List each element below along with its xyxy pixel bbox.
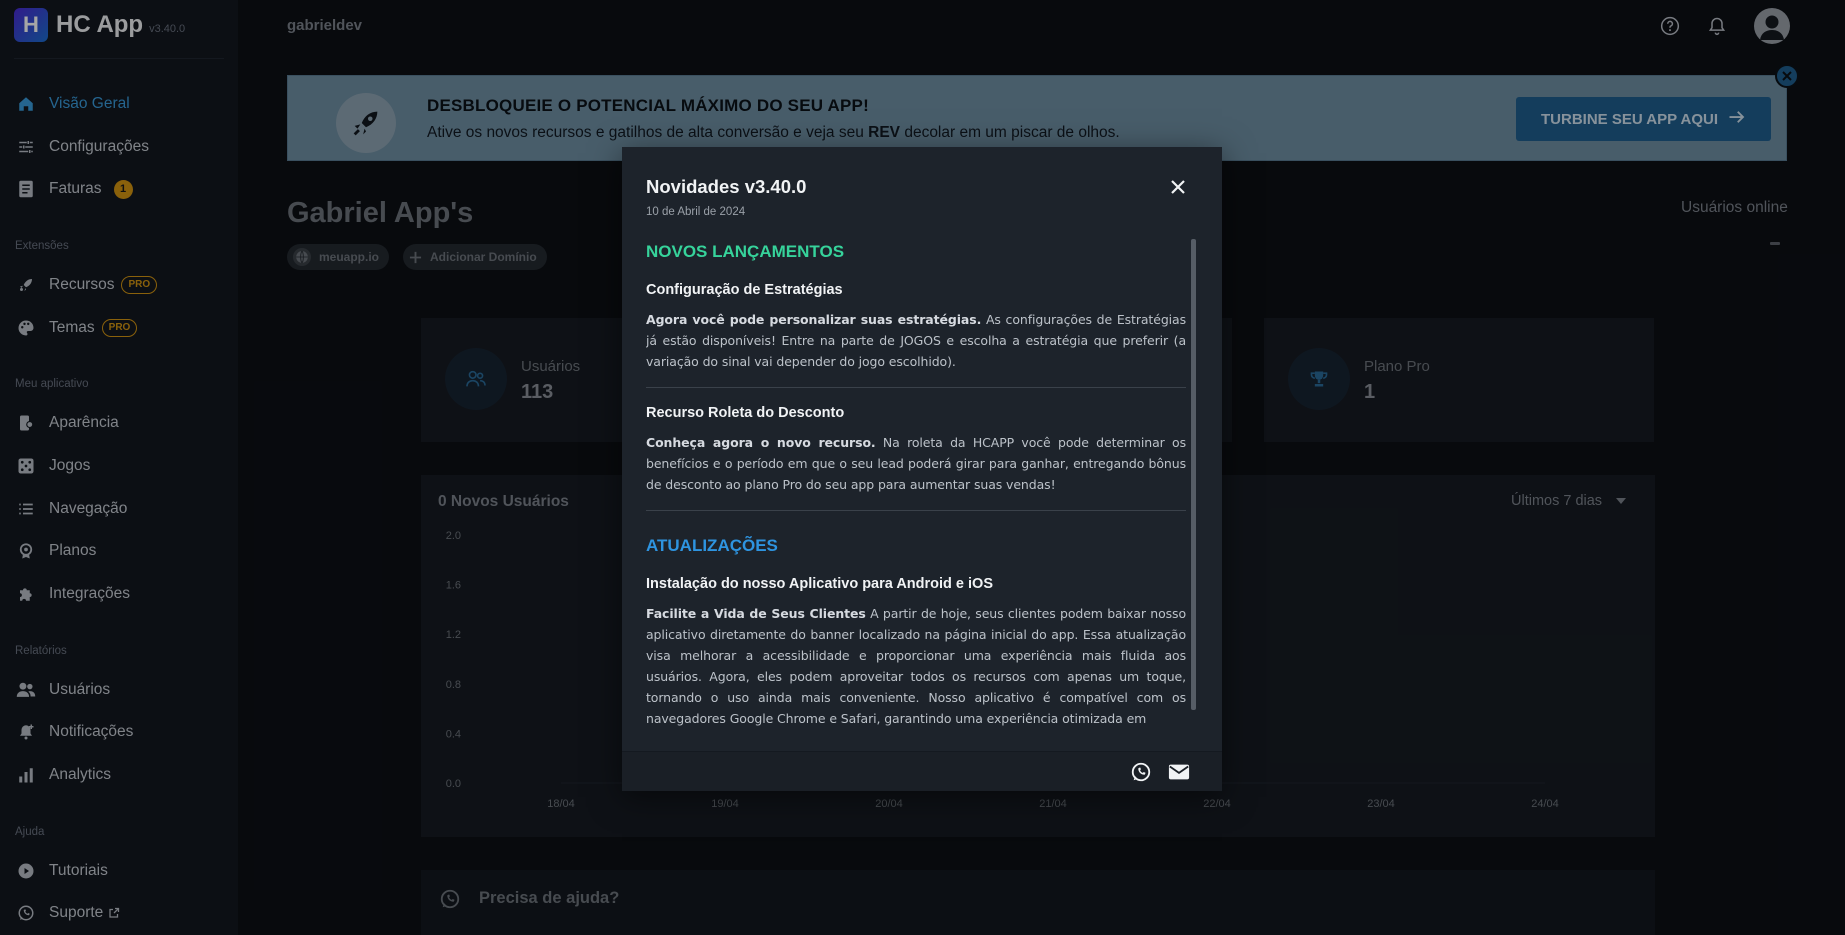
release-item-text: Facilite a Vida de Seus Clientes A parti… bbox=[646, 606, 1186, 726]
modal-date: 10 de Abril de 2024 bbox=[646, 206, 746, 218]
section-title-novos-lancamentos: NOVOS LANÇAMENTOS bbox=[646, 242, 845, 261]
modal-title: Novidades v3.40.0 bbox=[646, 176, 807, 197]
section-title-atualizacoes: ATUALIZAÇÕES bbox=[646, 536, 778, 555]
mail-icon[interactable] bbox=[1167, 760, 1191, 784]
whatsapp-icon[interactable] bbox=[1129, 760, 1153, 784]
modal-footer bbox=[622, 751, 1222, 791]
release-item-title: Instalação do nosso Aplicativo para Andr… bbox=[646, 576, 993, 592]
release-item-text: Agora você pode personalizar suas estrat… bbox=[646, 312, 1186, 369]
release-item-text: Conheça agora o novo recurso. Na roleta … bbox=[646, 435, 1186, 492]
release-item-title: Recurso Roleta do Desconto bbox=[646, 405, 845, 421]
modal-body[interactable]: NOVOS LANÇAMENTOS Configuração de Estrat… bbox=[646, 238, 1186, 736]
divider bbox=[646, 387, 1186, 388]
release-item-title: Configuração de Estratégias bbox=[646, 282, 843, 298]
release-notes-modal: Novidades v3.40.0 10 de Abril de 2024 NO… bbox=[622, 147, 1222, 791]
modal-scrollbar[interactable] bbox=[1191, 239, 1196, 710]
modal-close-button[interactable] bbox=[1166, 175, 1190, 199]
divider bbox=[646, 510, 1186, 511]
close-icon bbox=[1171, 180, 1185, 194]
